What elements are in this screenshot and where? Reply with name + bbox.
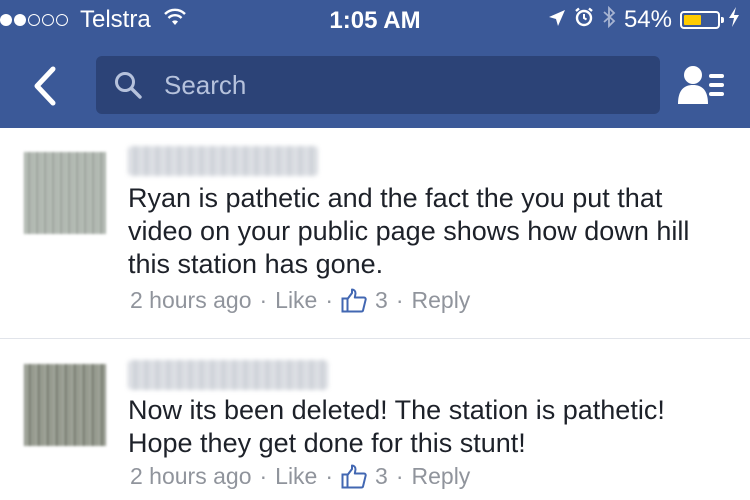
separator-dot: · — [325, 463, 334, 489]
commenter-name-redacted[interactable] — [128, 360, 328, 390]
avatar[interactable] — [24, 364, 106, 446]
like-link[interactable]: Like — [275, 287, 317, 314]
commenter-name-redacted[interactable] — [128, 146, 318, 176]
battery-percent: 54% — [623, 6, 672, 33]
comment-timestamp: 2 hours ago — [130, 463, 252, 489]
status-bar: Telstra 1:05 AM 54% — [0, 0, 750, 40]
chevron-left-icon — [34, 66, 56, 106]
comment-text: Now its been deleted! The station is pat… — [128, 395, 665, 458]
navigation-bar — [0, 44, 750, 128]
charging-bolt-icon — [728, 6, 740, 34]
search-bar[interactable] — [96, 56, 660, 114]
location-arrow-icon — [548, 6, 566, 34]
search-input[interactable] — [162, 68, 646, 102]
separator-dot: · — [259, 287, 268, 313]
thumbs-up-icon[interactable] — [341, 288, 367, 314]
person-list-icon — [678, 66, 724, 104]
like-count: 3 — [375, 463, 388, 489]
app-header: Telstra 1:05 AM 54% Search — [0, 0, 750, 128]
separator-dot: · — [325, 287, 334, 313]
comment-meta: 2 hours ago · Like · 3 · Reply — [130, 463, 470, 490]
separator-dot: · — [395, 463, 404, 489]
comment-text: Ryan is pathetic and the fact the you pu… — [128, 183, 690, 279]
comment-divider — [0, 338, 750, 339]
reply-link[interactable]: Reply — [412, 463, 471, 490]
status-indicators: 54% — [540, 5, 740, 35]
battery-tip — [721, 17, 724, 23]
search-icon — [114, 70, 144, 100]
comment-timestamp: 2 hours ago — [130, 287, 252, 313]
bluetooth-icon — [602, 5, 616, 35]
avatar[interactable] — [24, 152, 106, 234]
thumbs-up-icon[interactable] — [341, 464, 367, 490]
separator-dot: · — [395, 287, 404, 313]
separator-dot: · — [259, 463, 268, 489]
comment-meta: 2 hours ago · Like · 3 · Reply — [130, 287, 470, 314]
alarm-clock-icon — [574, 6, 594, 34]
comment: Ryan is pathetic and the fact the you pu… — [0, 130, 750, 338]
like-count: 3 — [375, 287, 388, 313]
back-button[interactable] — [26, 64, 62, 108]
friends-list-button[interactable] — [678, 64, 726, 108]
like-link[interactable]: Like — [275, 463, 317, 490]
reply-link[interactable]: Reply — [412, 287, 471, 314]
comment: Now its been deleted! The station is pat… — [0, 340, 750, 500]
battery-icon — [680, 11, 724, 29]
battery-level-fill — [684, 15, 702, 25]
